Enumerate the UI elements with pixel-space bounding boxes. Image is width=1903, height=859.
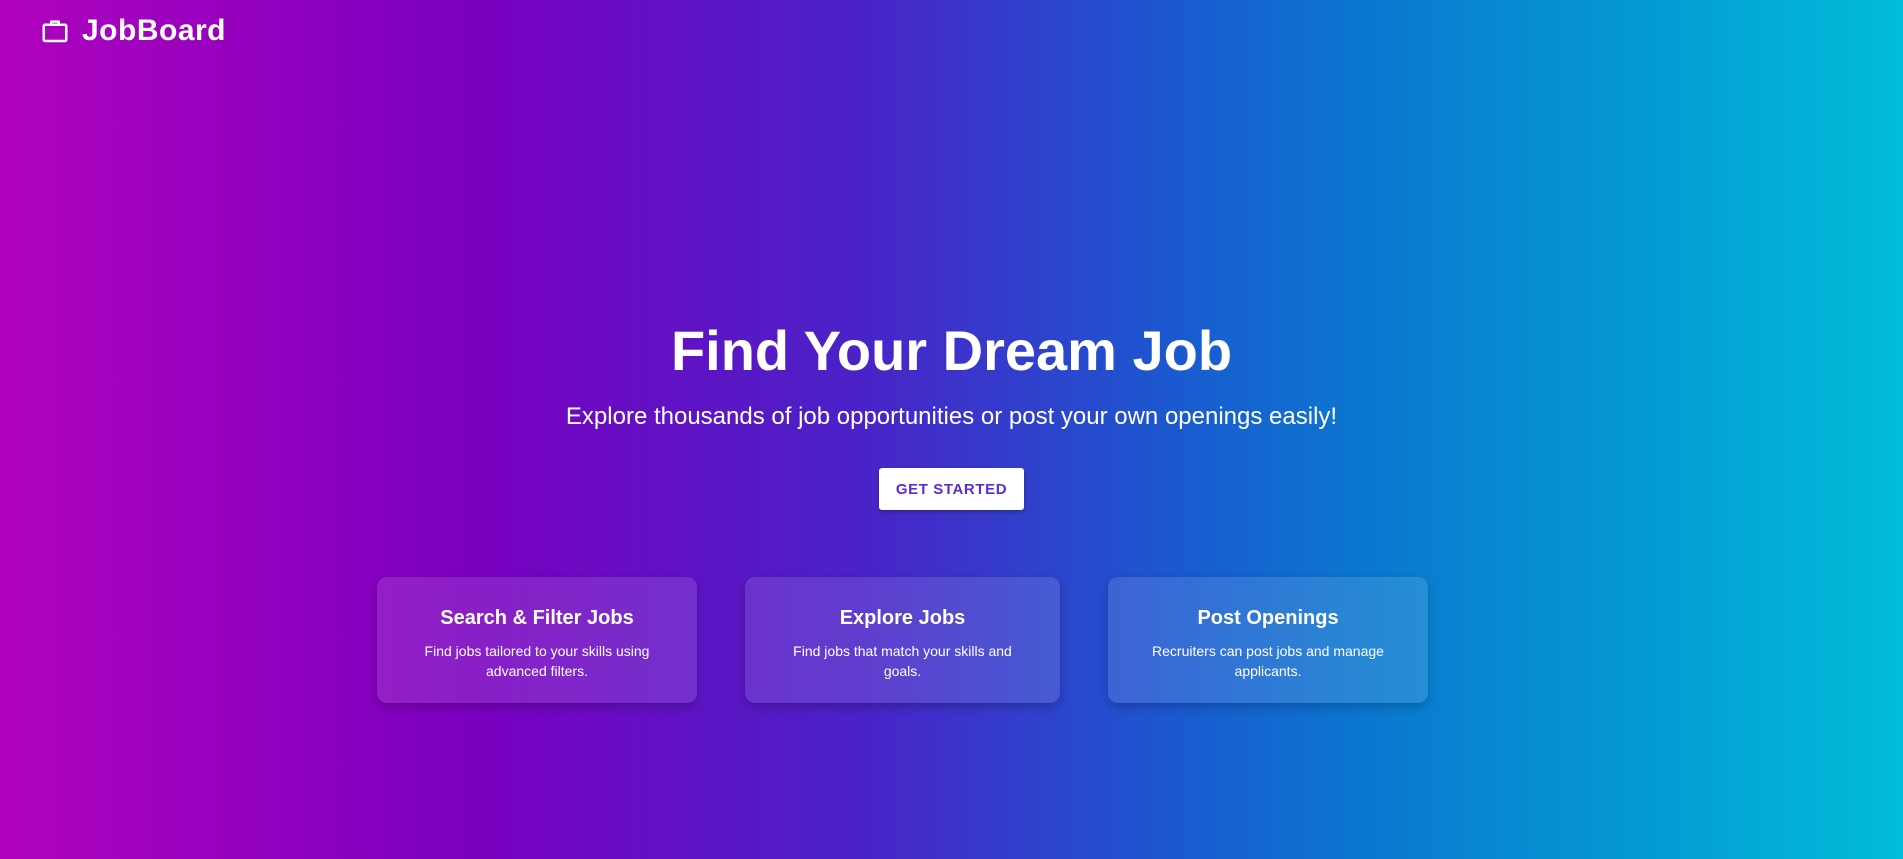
- feature-card-description: Find jobs that match your skills and goa…: [793, 643, 1012, 679]
- feature-card-title: Explore Jobs: [839, 607, 966, 629]
- feature-card-post[interactable]: Post Openings Recruiters can post jobs a…: [1108, 577, 1428, 703]
- feature-card-title: Search & Filter Jobs: [440, 607, 634, 629]
- hero-title: Find Your Dream Job: [670, 319, 1233, 382]
- feature-card-description: Find jobs tailored to your skills using …: [424, 643, 650, 679]
- hero-section: Find Your Dream Job Explore thousands of…: [0, 318, 1903, 510]
- briefcase-icon: [40, 16, 70, 46]
- hero-subtitle: Explore thousands of job opportunities o…: [565, 403, 1338, 430]
- feature-card-title: Post Openings: [1197, 607, 1339, 629]
- feature-card-description: Recruiters can post jobs and manage appl…: [1152, 643, 1384, 679]
- feature-card-search[interactable]: Search & Filter Jobs Find jobs tailored …: [377, 577, 697, 703]
- feature-cards: Search & Filter Jobs Find jobs tailored …: [0, 577, 1903, 703]
- top-nav: JobBoard: [40, 12, 226, 50]
- brand-name[interactable]: JobBoard: [82, 14, 226, 48]
- get-started-button[interactable]: GET STARTED: [879, 468, 1024, 510]
- feature-card-explore[interactable]: Explore Jobs Find jobs that match your s…: [745, 577, 1060, 703]
